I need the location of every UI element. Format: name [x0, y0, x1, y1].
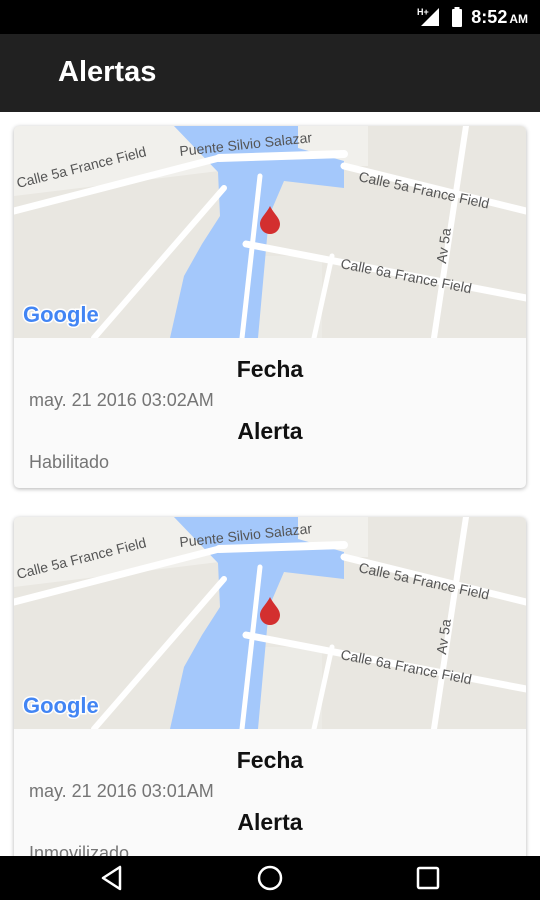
status-time: 8:52 AM	[471, 6, 528, 27]
fecha-label: Fecha	[236, 747, 304, 773]
recents-icon[interactable]	[413, 863, 443, 893]
map-thumbnail[interactable]: Puente Silvio Salazar Calle 5a France Fi…	[14, 126, 526, 338]
app-bar: Alertas	[0, 34, 540, 112]
alerta-label: Alerta	[237, 418, 303, 444]
google-logo: Google	[23, 302, 99, 327]
alerta-value: Habilitado	[29, 452, 110, 472]
fecha-label: Fecha	[236, 356, 304, 382]
home-icon[interactable]	[255, 863, 285, 893]
fecha-value: may. 21 2016 03:02AM	[29, 390, 214, 410]
google-logo: Google	[23, 693, 99, 718]
alert-card[interactable]: Puente Silvio Salazar Calle 5a France Fi…	[14, 126, 526, 488]
alert-card[interactable]: Puente Silvio Salazar Calle 5a France Fi…	[14, 517, 526, 856]
network-type-label: H+	[417, 7, 429, 17]
back-icon[interactable]	[98, 863, 128, 893]
battery-icon	[452, 7, 463, 27]
alert-card-body: Fecha may. 21 2016 03:02AM Alerta Habili…	[14, 338, 526, 488]
fecha-value: may. 21 2016 03:01AM	[29, 781, 214, 801]
status-ampm: AM	[509, 11, 528, 26]
alert-card-body: Fecha may. 21 2016 03:01AM Alerta Inmovi…	[14, 729, 526, 856]
alerta-label: Alerta	[237, 809, 303, 835]
navigation-bar	[0, 856, 540, 900]
status-bar: H+ 8:52 AM	[0, 0, 540, 34]
map-thumbnail[interactable]: Puente Silvio Salazar Calle 5a France Fi…	[14, 517, 526, 729]
signal-icon: H+	[417, 7, 440, 26]
page-title: Alertas	[58, 56, 157, 88]
alerta-value: Inmovilizado	[29, 843, 130, 856]
alerts-list[interactable]: Puente Silvio Salazar Calle 5a France Fi…	[0, 112, 540, 856]
